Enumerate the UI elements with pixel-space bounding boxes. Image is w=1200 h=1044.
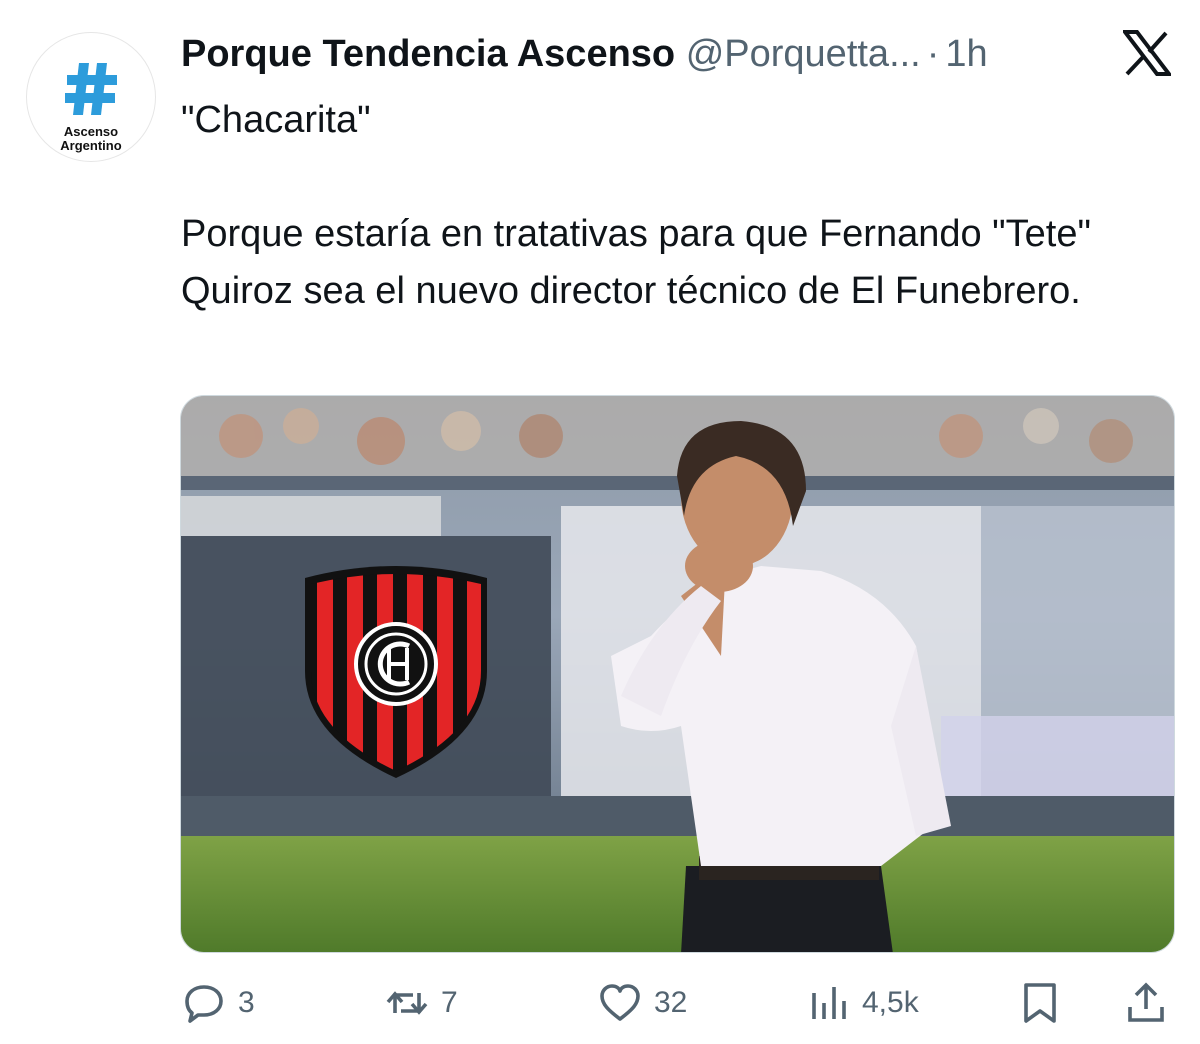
tweet-text-line1: "Chacarita" (181, 99, 371, 141)
like-button[interactable]: 32 (598, 972, 687, 1034)
display-name[interactable]: Porque Tendencia Ascenso (181, 33, 675, 75)
repost-count: 7 (441, 986, 458, 1019)
views-button[interactable]: 4,5k (806, 972, 919, 1034)
x-logo-icon[interactable] (1123, 30, 1171, 76)
views-count: 4,5k (862, 986, 919, 1019)
tweet-text: "Chacarita" Porque estaría en tratativas… (181, 92, 1171, 320)
bookmark-button[interactable] (1018, 972, 1062, 1034)
tweet-timestamp[interactable]: 1h (945, 33, 987, 75)
repost-icon (386, 991, 428, 1015)
avatar[interactable]: Ascenso Argentino (26, 32, 156, 162)
photo-illustration (181, 396, 1174, 952)
avatar-label-line1: Ascenso (63, 124, 119, 139)
share-button[interactable] (1124, 972, 1168, 1034)
reply-icon (185, 985, 223, 1023)
bookmark-icon (1024, 983, 1056, 1023)
avatar-label: Ascenso Argentino (27, 125, 155, 153)
user-handle[interactable]: @Porquetta... (686, 33, 921, 75)
tweet-media-image[interactable] (180, 395, 1175, 953)
action-bar: 3 7 32 4,5k (0, 972, 1200, 1034)
reply-button[interactable]: 3 (182, 972, 255, 1034)
like-count: 32 (654, 986, 688, 1019)
tweet-text-line2: Porque estaría en tratativas para que Fe… (181, 213, 1091, 312)
header-separator: · (926, 33, 940, 75)
repost-button[interactable]: 7 (385, 972, 458, 1034)
views-icon (812, 987, 846, 1019)
tweet-header: Porque Tendencia Ascenso @Porquetta... · 1… (181, 28, 1121, 80)
avatar-label-line2: Argentino (60, 138, 122, 153)
like-icon (600, 984, 640, 1021)
hashtag-icon (65, 63, 117, 115)
reply-count: 3 (238, 986, 255, 1019)
share-icon (1128, 982, 1164, 1022)
